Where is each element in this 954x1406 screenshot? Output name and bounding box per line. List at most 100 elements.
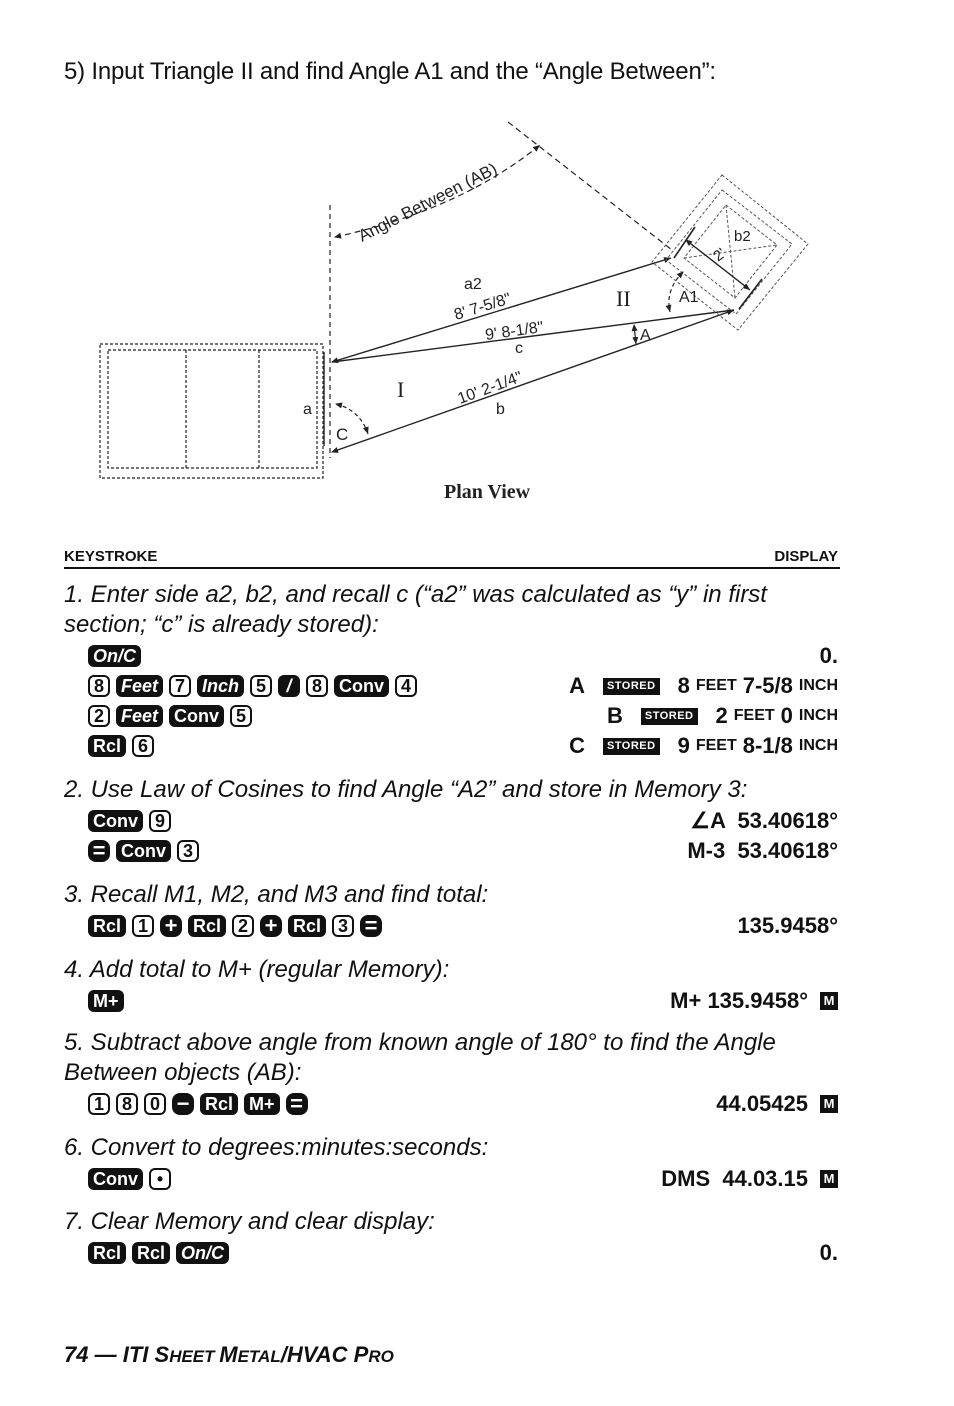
key-equals[interactable]: = [285, 1093, 308, 1115]
key-0[interactable]: 0 [144, 1093, 166, 1115]
footer-title-cap: P [353, 1342, 369, 1367]
display-readout: M-3 53.40618° [687, 837, 838, 865]
side-b-value: 10' 2-1/4" [456, 369, 525, 408]
inch-unit: INCH [798, 707, 838, 724]
key-conv[interactable]: Conv [169, 705, 225, 727]
key-plus[interactable]: + [160, 915, 183, 937]
display-inch-value: 0 [780, 703, 793, 728]
step-instruction: 2. Use Law of Cosines to find Angle “A2”… [64, 776, 748, 803]
key-1[interactable]: 1 [132, 915, 155, 937]
key-rcl[interactable]: Rcl [88, 915, 127, 937]
display-readout: B STORED 2 FEET 0 INCH [607, 702, 838, 730]
display-readout: C STORED 9 FEET 8-1/8 INCH [569, 732, 838, 760]
key-feet[interactable]: Feet [116, 675, 164, 697]
diagram-caption: Plan View [444, 481, 531, 503]
key-9[interactable]: 9 [149, 810, 171, 832]
keystroke-row: Rcl 6 C STORED 9 FEET 8-1/8 INCH [88, 732, 838, 760]
display-readout: M+ 135.9458° M [670, 987, 838, 1015]
memory-indicator-icon: M [820, 1170, 838, 1188]
display-value: 0. [819, 643, 838, 668]
key-3[interactable]: 3 [177, 840, 199, 862]
display-feet-value: 9 [677, 733, 690, 758]
display-value: 135.9458° [737, 913, 838, 938]
footer-dash: — [88, 1342, 123, 1367]
key-m[interactable]: M+ [244, 1093, 280, 1115]
keystroke-column-header: KEYSTROKE [64, 548, 158, 565]
stored-badge: STORED [640, 707, 698, 725]
key-4[interactable]: 4 [395, 675, 418, 697]
key-conv[interactable]: Conv [334, 675, 390, 697]
header-divider [64, 567, 840, 569]
display-value: DMS 44.03.15 [661, 1166, 808, 1191]
keystroke-row: = Conv 3 M-3 53.40618° [88, 837, 838, 865]
key-equals[interactable]: = [360, 915, 383, 937]
memory-indicator-icon: M [820, 1095, 838, 1113]
key-feet[interactable]: Feet [116, 705, 164, 727]
display-readout: 135.9458° [737, 912, 838, 940]
key-conv[interactable]: Conv [88, 810, 143, 832]
key-rcl[interactable]: Rcl [200, 1093, 239, 1115]
keystroke-row: 2 Feet Conv 5 B STORED 2 FEET 0 INCH [88, 702, 838, 730]
b2-length-label: 2' [710, 245, 729, 265]
key-equals[interactable]: = [88, 840, 110, 862]
key-conv[interactable]: Conv [116, 840, 171, 862]
step-instruction: 5. Subtract above angle from known angle… [64, 1029, 776, 1086]
display-feet-value: 2 [715, 703, 728, 728]
key-rcl[interactable]: Rcl [132, 1242, 171, 1264]
keystroke-sequence: Conv • [88, 1165, 171, 1193]
key-on-c[interactable]: On/C [176, 1242, 230, 1264]
key-7[interactable]: 7 [169, 675, 192, 697]
left-duct-outline [99, 343, 324, 479]
key-2[interactable]: 2 [232, 915, 255, 937]
key-minus[interactable]: − [172, 1093, 194, 1115]
display-register: C [569, 733, 585, 758]
key-inch[interactable]: Inch [197, 675, 245, 697]
display-value: M+ 135.9458° [670, 988, 808, 1013]
key-on-c[interactable]: On/C [88, 645, 141, 667]
angle-between-label: Angle Between (AB) [355, 159, 500, 245]
key-conv[interactable]: Conv [88, 1168, 143, 1190]
plan-view-diagram: Angle Between (AB) a2 8' 7-5/8" 9' 8-1/8… [99, 121, 809, 503]
step-instruction: 1. Enter side a2, b2, and recall c (“a2”… [64, 581, 767, 638]
page-footer: 74 — ITI SHEET METAL/HVAC PRO [64, 1342, 394, 1368]
display-inch-value: 8-1/8 [742, 733, 793, 758]
key-m[interactable]: M+ [88, 990, 124, 1012]
footer-title-smallcaps: HEET [169, 1347, 220, 1366]
stored-badge: STORED [602, 737, 660, 755]
key-rcl[interactable]: Rcl [88, 735, 127, 757]
memory-indicator-icon: M [820, 992, 838, 1010]
key-decimal-point[interactable]: • [149, 1168, 171, 1190]
key-rcl[interactable]: Rcl [88, 1242, 127, 1264]
key-key[interactable]: / [278, 675, 301, 697]
display-readout: ∠A 53.40618° [690, 807, 838, 835]
key-8[interactable]: 8 [306, 675, 329, 697]
stored-badge: STORED [602, 677, 660, 695]
display-value: 0. [819, 1240, 838, 1265]
key-5[interactable]: 5 [230, 705, 253, 727]
footer-title-cap: /HVAC [280, 1342, 354, 1367]
keystroke-sequence: Rcl 1 + Rcl 2 + Rcl 3 = [88, 912, 383, 940]
page-number: 74 [64, 1342, 89, 1367]
keystroke-sequence: 8 Feet 7 Inch 5/8 Conv 4 [88, 672, 418, 700]
angle-a-label: A [640, 327, 651, 344]
key-plus[interactable]: + [260, 915, 283, 937]
key-3[interactable]: 3 [332, 915, 355, 937]
keystroke-row: Conv • DMS 44.03.15 M [88, 1165, 838, 1193]
display-inch-value: 7-5/8 [742, 673, 793, 698]
key-6[interactable]: 6 [132, 735, 155, 757]
key-8[interactable]: 8 [116, 1093, 138, 1115]
footer-title-cap: S [154, 1342, 170, 1367]
key-rcl[interactable]: Rcl [288, 915, 327, 937]
key-rcl[interactable]: Rcl [188, 915, 227, 937]
key-8[interactable]: 8 [88, 675, 110, 697]
display-readout: 0. [820, 642, 838, 670]
key-5[interactable]: 5 [250, 675, 273, 697]
side-a2-value: 8' 7-5/8" [452, 290, 513, 323]
footer-title-cap: M [219, 1342, 238, 1367]
key-1[interactable]: 1 [88, 1093, 110, 1115]
keystroke-row: 1 8 0− Rcl M+ = 44.05425 M [88, 1090, 838, 1118]
keystroke-row: 8 Feet 7 Inch 5/8 Conv 4 A STORED 8 FEET 7-5/8 INCH [88, 672, 838, 700]
key-2[interactable]: 2 [88, 705, 110, 727]
display-column-header: DISPLAY [774, 548, 838, 565]
inch-unit: INCH [798, 677, 838, 694]
